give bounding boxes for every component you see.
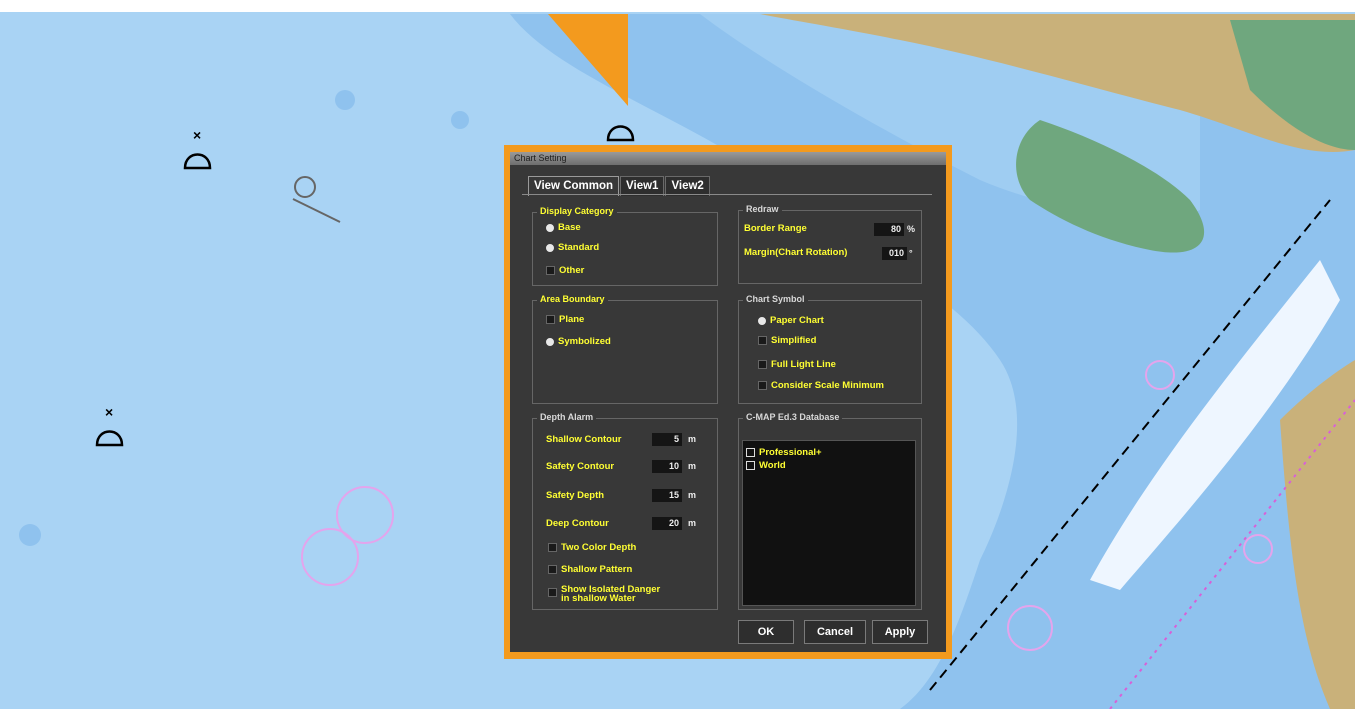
display-category-standard-label: Standard	[558, 242, 600, 253]
checkbox-indicator	[758, 381, 767, 390]
tab-divider	[522, 194, 932, 195]
show-isolated-danger-checkbox[interactable]: Show Isolated Danger in shallow Water	[548, 585, 660, 603]
simplified-label: Simplified	[771, 335, 817, 346]
radio-indicator	[546, 315, 555, 324]
checkbox-indicator	[746, 461, 755, 470]
chart-symbol-title: Chart Symbol	[743, 294, 808, 304]
apply-button[interactable]: Apply	[872, 620, 928, 644]
cancel-button[interactable]: Cancel	[804, 620, 866, 644]
professional-label: Professional+	[759, 447, 822, 458]
border-range-label: Border Range	[744, 223, 807, 234]
area-boundary-symbolized-label: Symbolized	[558, 336, 611, 347]
checkbox-indicator	[746, 448, 755, 457]
radio-indicator	[546, 337, 554, 346]
full-light-line-label: Full Light Line	[771, 359, 836, 370]
dialog-title-bar: Chart Setting	[510, 152, 946, 165]
two-color-depth-checkbox[interactable]: Two Color Depth	[548, 542, 636, 553]
deep-contour-label: Deep Contour	[546, 518, 609, 529]
area-boundary-plane-label: Plane	[559, 314, 585, 325]
area-boundary-title: Area Boundary	[537, 294, 608, 304]
chart-setting-dialog: Chart Setting View Common View1 View2 Di…	[510, 152, 946, 652]
border-range-input[interactable]: 80	[874, 223, 904, 236]
deep-contour-unit: m	[688, 518, 697, 528]
shallow-contour-input[interactable]: 5	[652, 433, 682, 446]
margin-label: Margin(Chart Rotation)	[744, 247, 848, 258]
margin-input[interactable]: 010	[882, 247, 907, 260]
checkbox-indicator	[548, 565, 557, 574]
display-category-standard[interactable]: Standard	[546, 242, 599, 253]
shallow-pattern-checkbox[interactable]: Shallow Pattern	[548, 564, 632, 575]
ok-button[interactable]: OK	[738, 620, 794, 644]
cmap-item-professional[interactable]: Professional+	[746, 447, 822, 458]
shallow-pattern-label: Shallow Pattern	[561, 564, 633, 575]
chart-symbol-simplified[interactable]: Simplified	[758, 335, 816, 346]
check-indicator	[546, 243, 554, 252]
display-category-base[interactable]: Base	[546, 222, 581, 233]
check-indicator	[546, 266, 555, 275]
two-color-depth-label: Two Color Depth	[561, 542, 637, 553]
redraw-title: Redraw	[743, 204, 782, 214]
safety-depth-input[interactable]: 15	[652, 489, 682, 502]
cmap-item-world[interactable]: World	[746, 460, 786, 471]
check-indicator	[546, 223, 554, 232]
world-label: World	[759, 460, 786, 471]
shallow-contour-label: Shallow Contour	[546, 434, 622, 445]
display-category-base-label: Base	[558, 222, 581, 233]
show-isolated-danger-label: Show Isolated Danger in shallow Water	[561, 584, 661, 604]
display-category-other[interactable]: Other	[546, 265, 584, 276]
depth-alarm-group: Depth Alarm	[532, 412, 718, 610]
paper-chart-label: Paper Chart	[770, 315, 824, 326]
safety-depth-label: Safety Depth	[546, 490, 605, 501]
consider-scale-minimum-label: Consider Scale Minimum	[771, 380, 884, 391]
area-boundary-symbolized[interactable]: Symbolized	[546, 336, 611, 347]
deep-contour-input[interactable]: 20	[652, 517, 682, 530]
tab-view-common[interactable]: View Common	[528, 176, 620, 196]
border-range-unit: %	[907, 224, 916, 234]
display-category-title: Display Category	[537, 206, 617, 216]
display-category-other-label: Other	[559, 265, 585, 276]
checkbox-indicator	[548, 588, 557, 597]
svg-text:×: ×	[105, 404, 113, 420]
checkbox-indicator	[758, 360, 767, 369]
margin-unit: °	[909, 248, 913, 258]
chart-symbol-paper-chart[interactable]: Paper Chart	[758, 315, 824, 326]
depth-alarm-title: Depth Alarm	[537, 412, 597, 422]
consider-scale-minimum-checkbox[interactable]: Consider Scale Minimum	[758, 380, 884, 391]
safety-contour-label: Safety Contour	[546, 461, 615, 472]
radio-indicator	[758, 316, 766, 325]
shallow-contour-unit: m	[688, 434, 697, 444]
safety-contour-input[interactable]: 10	[652, 460, 682, 473]
safety-contour-unit: m	[688, 461, 697, 471]
full-light-line-checkbox[interactable]: Full Light Line	[758, 359, 836, 370]
safety-depth-unit: m	[688, 490, 697, 500]
tab-bar: View Common View1 View2	[528, 176, 711, 196]
area-boundary-plane[interactable]: Plane	[546, 314, 584, 325]
radio-indicator	[758, 336, 767, 345]
checkbox-indicator	[548, 543, 557, 552]
tab-view1[interactable]: View1	[620, 176, 665, 196]
cmap-database-title: C-MAP Ed.3 Database	[743, 412, 843, 422]
tab-view2[interactable]: View2	[665, 176, 710, 196]
svg-text:×: ×	[193, 127, 201, 143]
